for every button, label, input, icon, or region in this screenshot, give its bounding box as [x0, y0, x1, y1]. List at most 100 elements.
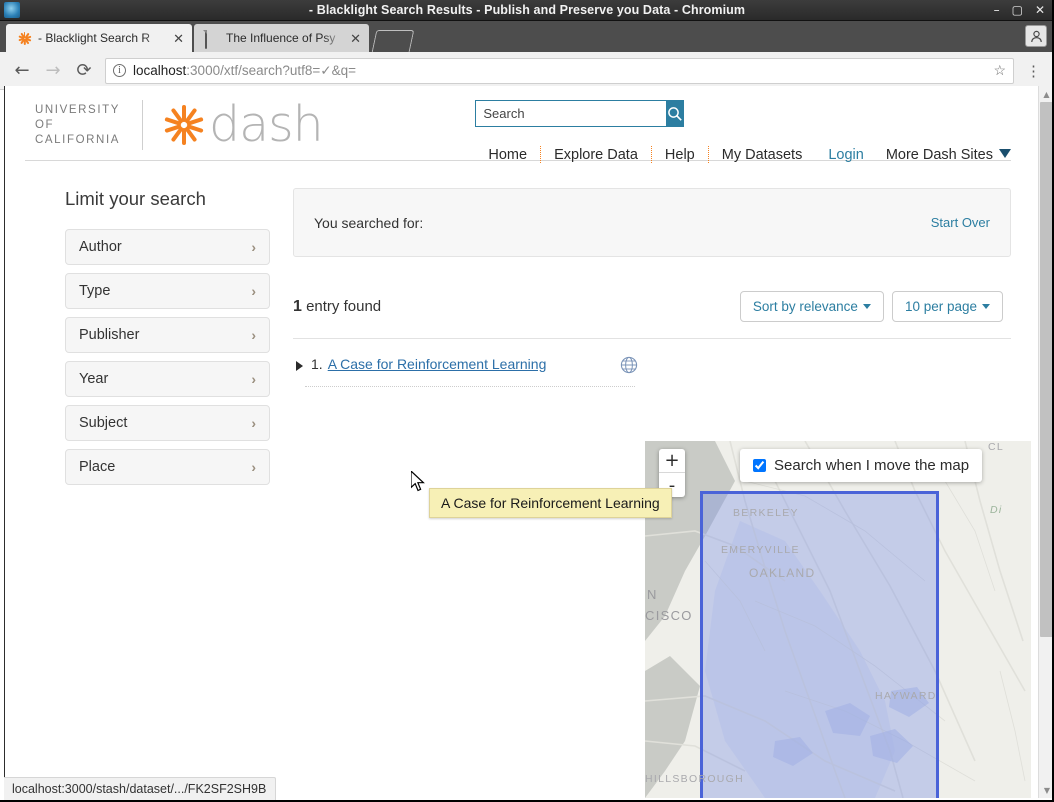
dash-wordmark: dash [209, 96, 324, 153]
dash-page: UNIVERSITY OF CALIFORNIA dash Search Hom… [5, 86, 1031, 798]
uc-line-2: OF [35, 118, 55, 131]
page-info-icon[interactable]: i [113, 64, 126, 77]
search-input[interactable] [475, 100, 667, 127]
url-path: :3000/xtf/search?utf8=✓&q= [186, 62, 356, 78]
facet-label: Subject [79, 415, 128, 431]
chevron-right-icon: › [251, 459, 256, 475]
window-controls: – ▢ ✕ [994, 4, 1054, 16]
start-over-link[interactable]: Start Over [931, 215, 990, 230]
chevron-right-icon: › [251, 239, 256, 255]
tab-influence-of-psy[interactable]: The Influence of Psy ✕ [194, 24, 369, 52]
nav-item-help[interactable]: Help [652, 147, 708, 163]
nav-item-my-datasets[interactable]: My Datasets [709, 147, 816, 163]
entry-count: 1 entry found [293, 298, 381, 316]
dash-sunburst-icon [161, 102, 207, 148]
result-index: 1. [311, 356, 323, 372]
chevron-right-icon: › [251, 327, 256, 343]
browser-menu-icon[interactable]: ⋮ [1021, 62, 1046, 80]
zoom-in-button[interactable]: + [659, 449, 685, 473]
per-page-label: 10 per page [904, 299, 977, 314]
results-buttons: Sort by relevance 10 per page [739, 291, 1003, 322]
uc-line-3: CALIFORNIA [35, 133, 121, 146]
main-nav: Home Explore Data Help My Datasets Login… [475, 146, 1011, 163]
facet-label: Type [79, 283, 111, 299]
mouse-cursor [410, 469, 427, 498]
window-title: - Blacklight Search Results - Publish an… [308, 3, 746, 17]
facet-sidebar: Limit your search Author › Type › Publis… [25, 188, 270, 493]
dash-logo[interactable]: dash [161, 96, 324, 153]
results-map[interactable]: BERKELEY EMERYVILLE OAKLAND CL Di N CISC… [645, 441, 1031, 798]
nav-item-login[interactable]: Login [815, 147, 871, 163]
sidebar-item-year[interactable]: Year › [65, 361, 270, 397]
chevron-right-icon: › [251, 371, 256, 387]
site-header: UNIVERSITY OF CALIFORNIA dash Search Hom… [5, 86, 1031, 166]
facet-label: Place [79, 459, 116, 475]
per-page-button[interactable]: 10 per page [891, 291, 1003, 322]
nav-item-more-dash-sites[interactable]: More Dash Sites [872, 147, 1011, 163]
site-search [475, 100, 685, 127]
uc-line-1: UNIVERSITY [35, 103, 121, 116]
nav-more-label: More Dash Sites [885, 146, 993, 163]
profile-icon[interactable] [1025, 25, 1047, 47]
search-icon[interactable] [666, 100, 685, 127]
facet-label: Author [79, 239, 122, 255]
sidebar-item-author[interactable]: Author › [65, 229, 270, 265]
result-title-link[interactable]: A Case for Reinforcement Learning [328, 356, 547, 372]
sidebar-heading: Limit your search [65, 188, 206, 209]
uc-wordmark: UNIVERSITY OF CALIFORNIA [35, 103, 120, 148]
chevron-right-icon: › [251, 415, 256, 431]
minimize-icon[interactable]: – [994, 4, 1000, 16]
tab-title: The Influence of Psy [226, 31, 336, 45]
title-bar: - Blacklight Search Results - Publish an… [0, 0, 1054, 21]
chevron-down-icon [862, 304, 871, 309]
result-separator [305, 386, 635, 387]
map-bounding-box[interactable] [700, 491, 939, 798]
sidebar-item-type[interactable]: Type › [65, 273, 270, 309]
facet-label: Publisher [79, 327, 140, 343]
tab-blacklight-search[interactable]: - Blacklight Search R ✕ [6, 24, 192, 52]
results-toolbar: 1 entry found Sort by relevance 10 per p… [293, 291, 1011, 322]
dash-sunburst-icon [17, 31, 32, 46]
browser-window: - Blacklight Search Results - Publish an… [0, 0, 1054, 802]
sidebar-item-publisher[interactable]: Publisher › [65, 317, 270, 353]
chevron-down-icon [982, 304, 990, 309]
constraints-panel: You searched for: Start Over [293, 188, 1011, 257]
nav-item-explore-data[interactable]: Explore Data [541, 147, 651, 163]
status-bar: localhost:3000/stash/dataset/.../FK2SF2S… [4, 777, 277, 800]
new-tab-button[interactable] [371, 30, 415, 52]
bookmark-star-icon[interactable]: ☆ [993, 62, 1006, 79]
close-icon[interactable]: ✕ [1035, 4, 1045, 16]
facet-label: Year [79, 371, 109, 387]
chevron-down-icon [999, 148, 1011, 158]
nav-item-home[interactable]: Home [475, 147, 540, 163]
sort-by-button[interactable]: Sort by relevance [739, 291, 884, 322]
results-divider [293, 338, 1011, 339]
document-icon [205, 29, 220, 49]
back-icon[interactable]: ← [8, 57, 36, 85]
tab-close-icon[interactable]: ✕ [350, 32, 361, 45]
chromium-icon [4, 2, 20, 18]
brand-divider [142, 100, 144, 150]
entry-count-number: 1 [293, 297, 302, 315]
reload-icon[interactable]: ⟳ [70, 57, 98, 85]
header-right: Home Explore Data Help My Datasets Login… [475, 100, 1011, 163]
tab-close-icon[interactable]: ✕ [173, 32, 184, 45]
address-bar-url: localhost:3000/xtf/search?utf8=✓&q= [133, 63, 356, 79]
search-on-move-label: Search when I move the map [774, 457, 970, 474]
expand-toggle-icon[interactable] [296, 361, 303, 371]
search-on-move-control[interactable]: Search when I move the map [740, 449, 983, 482]
address-bar[interactable]: i localhost:3000/xtf/search?utf8=✓&q= ☆ [105, 57, 1014, 84]
tab-strip: - Blacklight Search R ✕ The Influence of… [0, 21, 1054, 52]
maximize-icon[interactable]: ▢ [1012, 4, 1023, 16]
result-item: 1. A Case for Reinforcement Learning [293, 356, 1011, 374]
browser-toolbar: ← → ⟳ i localhost:3000/xtf/search?utf8=✓… [0, 52, 1054, 90]
sidebar-item-subject[interactable]: Subject › [65, 405, 270, 441]
forward-icon[interactable]: → [39, 57, 67, 85]
tab-title: - Blacklight Search R [38, 31, 151, 45]
sort-by-label: Sort by relevance [752, 299, 858, 314]
globe-icon[interactable] [620, 356, 638, 379]
search-on-move-checkbox[interactable] [753, 459, 766, 472]
you-searched-for-label: You searched for: [314, 214, 424, 231]
sidebar-item-place[interactable]: Place › [65, 449, 270, 485]
entry-count-suffix: entry found [301, 297, 382, 315]
